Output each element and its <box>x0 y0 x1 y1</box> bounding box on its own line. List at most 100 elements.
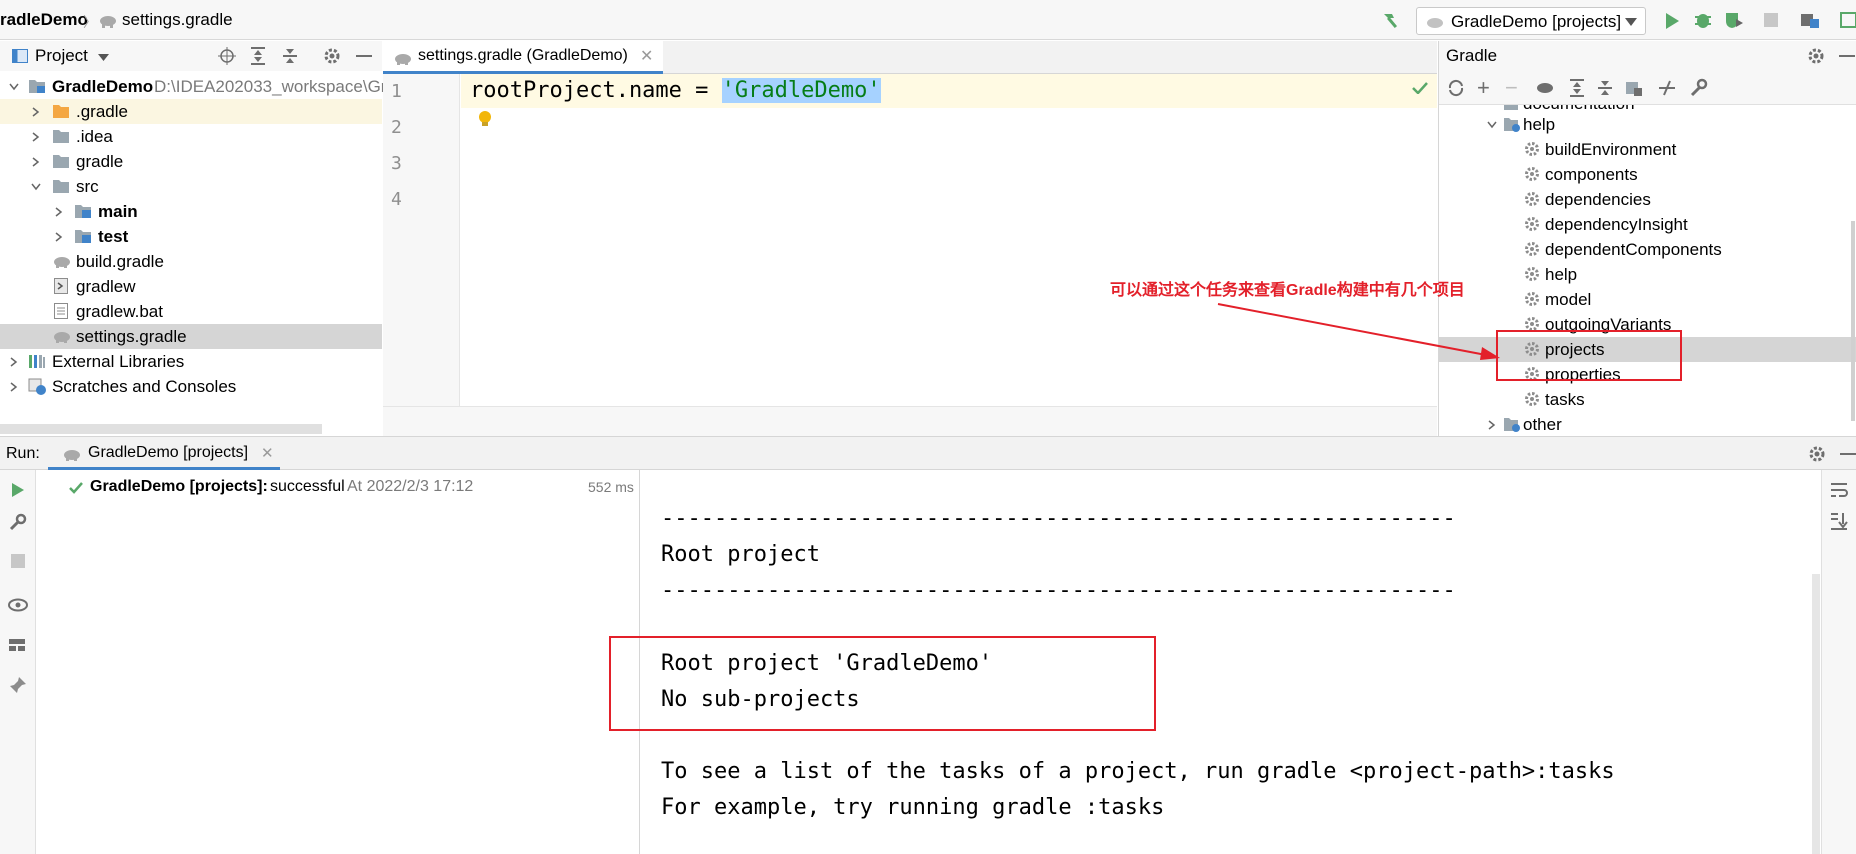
locate-icon[interactable] <box>218 47 236 65</box>
tree-item-label: src <box>76 177 99 196</box>
breadcrumb-project[interactable]: radleDemo <box>0 10 88 30</box>
console-line: ----------------------------------------… <box>661 578 1456 603</box>
editor-gutter: 1 2 3 4 <box>383 74 460 406</box>
chevron-right-icon[interactable] <box>31 157 41 167</box>
gradle-task-row[interactable]: components <box>1439 162 1856 187</box>
gradle-elephant-icon[interactable] <box>1535 79 1555 95</box>
chevron-right-icon[interactable] <box>31 132 41 142</box>
chevron-right-icon[interactable] <box>9 357 19 367</box>
minimize-icon[interactable] <box>1840 453 1856 455</box>
gradle-group-row[interactable]: help <box>1439 112 1856 137</box>
source-folder-icon <box>74 203 92 220</box>
gear-icon[interactable] <box>1808 445 1826 463</box>
wrench-icon[interactable] <box>1689 78 1709 98</box>
stop-icon[interactable] <box>1764 13 1778 27</box>
vertical-scrollbar[interactable] <box>1851 221 1855 421</box>
gradle-task-row[interactable]: dependentComponents <box>1439 237 1856 262</box>
gear-icon <box>1524 191 1540 207</box>
tree-row[interactable]: gradle <box>0 149 382 174</box>
wrench-icon[interactable] <box>9 513 27 531</box>
gradle-title: Gradle <box>1446 46 1498 65</box>
tree-row[interactable]: src <box>0 174 382 199</box>
gradle-task-label: model <box>1545 290 1592 309</box>
layout-icon[interactable] <box>8 638 26 652</box>
tree-row[interactable]: gradlew <box>0 274 382 299</box>
gear-icon <box>1524 241 1540 257</box>
tree-row[interactable]: main <box>0 199 382 224</box>
run-configuration-select[interactable]: GradleDemo [projects] <box>1416 7 1646 35</box>
code-line[interactable]: rootProject.name = 'GradleDemo' <box>470 78 881 103</box>
chevron-down-icon[interactable] <box>1487 120 1497 130</box>
remove-icon[interactable]: − <box>1505 75 1518 101</box>
add-icon[interactable]: + <box>1477 75 1490 101</box>
tree-row[interactable]: test <box>0 224 382 249</box>
build-hammer-icon[interactable] <box>1380 10 1402 30</box>
close-icon[interactable]: ✕ <box>261 444 274 462</box>
tree-row[interactable]: build.gradle <box>0 249 382 274</box>
pin-icon[interactable] <box>9 676 27 694</box>
tree-row[interactable]: .gradle <box>0 99 382 124</box>
minimize-icon[interactable] <box>356 55 372 57</box>
tree-row[interactable]: .idea <box>0 124 382 149</box>
gear-icon[interactable] <box>323 47 341 65</box>
tab-label: settings.gradle (GradleDemo) <box>418 47 628 64</box>
debug-icon[interactable] <box>1694 11 1712 29</box>
gradle-toolbar: + − <box>1439 71 1856 105</box>
tree-item-label: Scratches and Consoles <box>52 377 237 396</box>
gear-icon[interactable] <box>1807 47 1825 65</box>
tree-row[interactable]: Scratches and Consoles <box>0 374 382 399</box>
eye-icon[interactable] <box>8 598 28 612</box>
tree-root-path: D:\IDEA202033_workspace\Grad <box>154 77 406 96</box>
project-view-title[interactable]: Project <box>35 46 88 66</box>
collapse-all-icon[interactable] <box>1597 79 1613 97</box>
tab-settings-gradle[interactable]: settings.gradle (GradleDemo) ✕ <box>383 41 663 74</box>
expand-all-icon[interactable] <box>250 47 266 65</box>
gradle-task-label: components <box>1545 165 1638 184</box>
gradle-group-row[interactable]: other <box>1439 412 1856 436</box>
gradle-task-row[interactable]: dependencyInsight <box>1439 212 1856 237</box>
chevron-down-icon[interactable] <box>31 182 41 192</box>
run-icon[interactable] <box>1664 12 1680 30</box>
expand-all-icon[interactable] <box>1569 79 1585 97</box>
chevron-down-icon[interactable] <box>98 54 109 61</box>
chevron-right-icon[interactable] <box>31 107 41 117</box>
run-tab[interactable]: GradleDemo [projects] ✕ <box>48 437 280 470</box>
soft-wrap-icon[interactable] <box>1830 482 1848 498</box>
gradle-task-row[interactable]: buildEnvironment <box>1439 137 1856 162</box>
gradle-task-row[interactable]: dependencies <box>1439 187 1856 212</box>
gradle-task-label: buildEnvironment <box>1545 140 1677 159</box>
tree-row[interactable]: gradlew.bat <box>0 299 382 324</box>
chevron-down-icon[interactable] <box>9 82 19 92</box>
run-result-row[interactable]: GradleDemo [projects]: successful At 202… <box>36 476 639 500</box>
minimize-icon[interactable] <box>1839 55 1855 57</box>
toggle-offline-icon[interactable] <box>1657 79 1677 97</box>
breadcrumb-file[interactable]: settings.gradle <box>122 10 233 30</box>
chevron-right-icon[interactable] <box>1487 420 1497 430</box>
tree-row[interactable]: External Libraries <box>0 349 382 374</box>
scroll-to-end-icon[interactable] <box>1830 512 1848 530</box>
vertical-scrollbar[interactable] <box>1812 574 1820 854</box>
tree-item-label: test <box>98 227 129 246</box>
chevron-right-icon[interactable] <box>9 382 19 392</box>
chevron-right-icon[interactable] <box>54 232 64 242</box>
dependencies-icon[interactable] <box>1625 79 1643 97</box>
project-structure-icon[interactable] <box>1800 11 1820 29</box>
collapse-all-icon[interactable] <box>282 47 298 65</box>
rerun-icon[interactable] <box>11 482 25 498</box>
gradle-task-row[interactable]: tasks <box>1439 387 1856 412</box>
tree-row-root[interactable]: GradleDemo D:\IDEA202033_workspace\Grad <box>0 74 405 99</box>
tree-row-selected[interactable]: settings.gradle <box>0 324 382 349</box>
chevron-right-icon[interactable] <box>54 207 64 217</box>
task-group-icon <box>1503 116 1521 133</box>
refresh-icon[interactable] <box>1447 79 1465 97</box>
horizontal-scrollbar[interactable] <box>0 424 322 434</box>
gear-icon <box>1524 266 1540 282</box>
close-icon[interactable]: ✕ <box>640 46 653 66</box>
run-label: Run: <box>6 445 40 462</box>
run-with-coverage-icon[interactable] <box>1724 11 1744 29</box>
terminal-icon[interactable] <box>1840 11 1856 29</box>
lightbulb-icon[interactable] <box>478 110 492 128</box>
stop-icon[interactable] <box>11 554 25 568</box>
navigation-bar: radleDemo 〉 settings.gradle GradleDemo [… <box>0 0 1856 40</box>
gradle-task-row[interactable]: help <box>1439 262 1856 287</box>
